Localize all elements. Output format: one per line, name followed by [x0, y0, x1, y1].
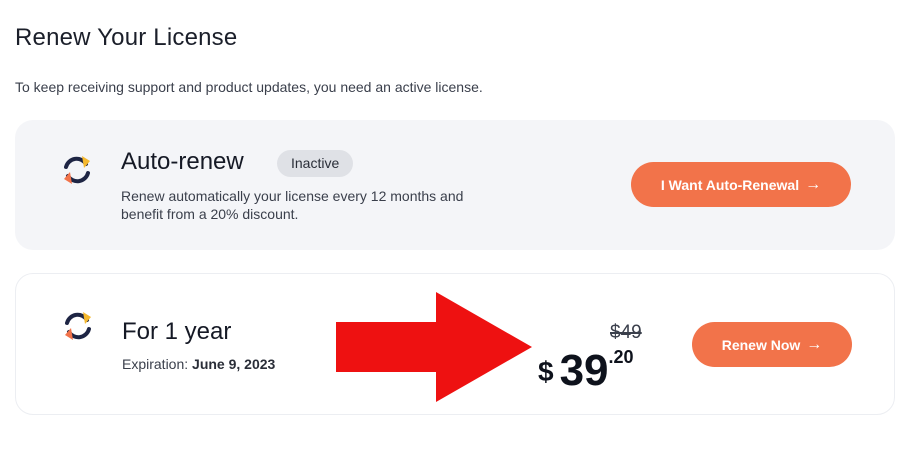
one-year-title: For 1 year [122, 318, 232, 345]
renew-now-button[interactable]: Renew Now → [692, 322, 852, 367]
auto-renew-card: Auto-renew Inactive Renew automatically … [15, 120, 895, 250]
expiration-label: Expiration: [122, 356, 189, 372]
renew-cycle-icon [64, 156, 90, 184]
price-whole: 39 [559, 346, 609, 395]
price-cents: .20 [608, 347, 634, 367]
arrow-right-icon: → [805, 175, 822, 193]
auto-renewal-button[interactable]: I Want Auto-Renewal → [631, 162, 851, 207]
expiration-date: June 9, 2023 [192, 356, 276, 372]
page-title: Renew Your License [15, 24, 238, 51]
auto-renew-title: Auto-renew [121, 148, 244, 175]
price-currency: $ [538, 356, 554, 387]
arrow-right-icon: → [806, 335, 823, 353]
current-price: $39.20 [538, 346, 634, 396]
old-price: $49 [610, 322, 642, 343]
renew-cycle-icon [65, 312, 91, 340]
renew-now-button-label: Renew Now [721, 336, 801, 353]
status-badge: Inactive [277, 150, 354, 177]
auto-renewal-button-label: I Want Auto-Renewal [660, 176, 800, 193]
page-subtitle: To keep receiving support and product up… [15, 79, 483, 95]
expiration-info: Expiration: June 9, 2023 [122, 356, 275, 372]
auto-renew-description: Renew automatically your license every 1… [121, 188, 464, 222]
red-arrow-annotation [336, 292, 532, 402]
